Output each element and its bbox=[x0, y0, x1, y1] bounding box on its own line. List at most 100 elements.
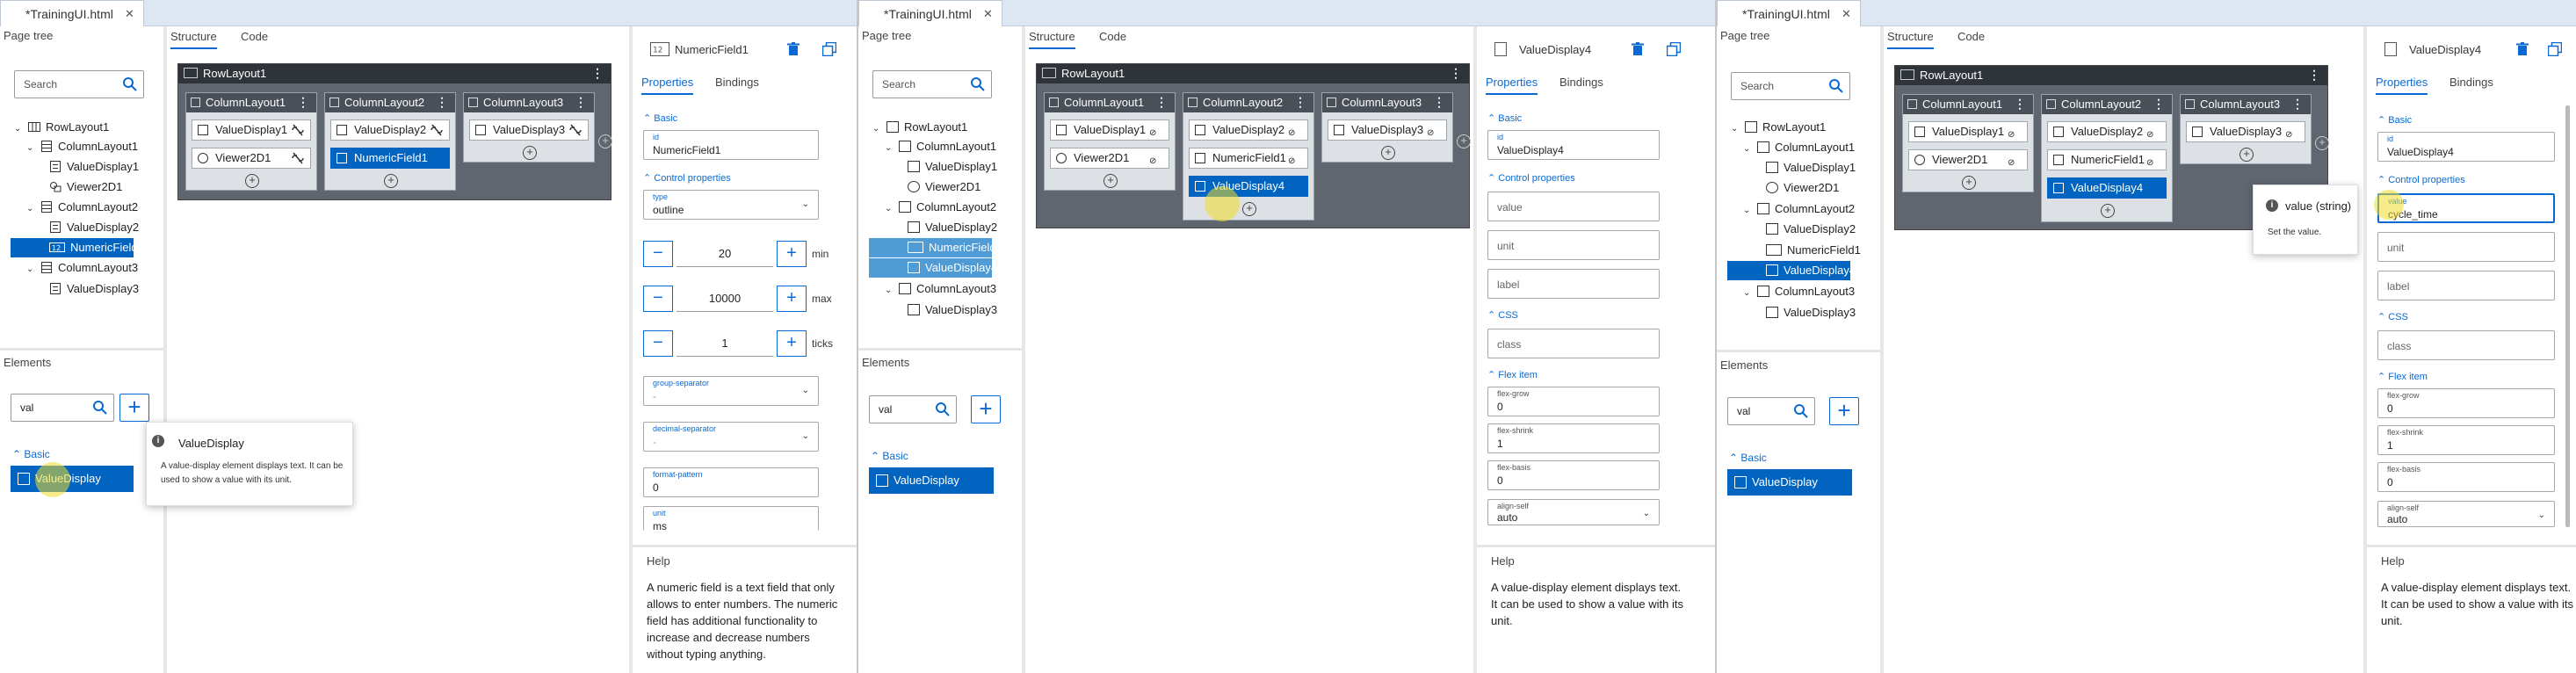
tree-node-columnlayout2[interactable]: ⌄ ColumnLayout2 bbox=[885, 198, 996, 217]
value-field[interactable]: value bbox=[1487, 192, 1660, 221]
tree-node-viewer2d1[interactable]: Viewer2D1 bbox=[1766, 178, 1839, 198]
min-stepper[interactable]: −20 + min bbox=[643, 241, 836, 267]
add-circle-icon[interactable]: + bbox=[1381, 146, 1395, 160]
add-circle-icon[interactable]: + bbox=[2315, 136, 2329, 150]
element-valuedisplay[interactable]: ValueDisplay bbox=[869, 467, 994, 494]
widget-numericfield1[interactable]: NumericField1 ⊘ bbox=[2047, 149, 2167, 170]
divider[interactable] bbox=[1717, 350, 1880, 352]
tree-node-rowlayout1[interactable]: ⌄ RowLayout1 bbox=[872, 118, 967, 137]
section-control[interactable]: ⌃ Control properties bbox=[1487, 172, 1575, 184]
tree-node-columnlayout3[interactable]: ⌄ ColumnLayout3 bbox=[1743, 282, 1855, 301]
flex-shrink-field[interactable]: flex-shrink 1 bbox=[2377, 425, 2555, 455]
tree-node-valuedisplay1[interactable]: ValueDisplay1 bbox=[908, 157, 997, 177]
file-tab[interactable]: *TrainingUI.html ✕ bbox=[0, 0, 144, 26]
tab-bindings[interactable]: Bindings bbox=[715, 76, 759, 89]
search-icon[interactable] bbox=[92, 400, 108, 416]
minus-icon[interactable]: − bbox=[643, 241, 673, 267]
tree-node-columnlayout1[interactable]: ⌄ ColumnLayout1 bbox=[885, 137, 996, 156]
canvas-col-1[interactable]: ColumnLayout1 ⋮ ValueDisplay1 Viewer2D1 + bbox=[185, 92, 317, 191]
canvas-col-2[interactable]: ColumnLayout2 ⋮ ValueDisplay2 ⊘ NumericFie… bbox=[1183, 92, 1314, 221]
section-flex[interactable]: ⌃ Flex item bbox=[1487, 369, 1538, 380]
unit-field[interactable]: unit bbox=[2377, 232, 2555, 262]
canvas-rowlayout1[interactable]: RowLayout1 ⋮ ColumnLayout1 ⋮ ValueDisplay1… bbox=[177, 63, 612, 200]
tab-code[interactable]: Code bbox=[1957, 30, 1985, 43]
flex-basis-field[interactable]: flex-basis 0 bbox=[1487, 460, 1660, 490]
widget-numericfield1[interactable]: NumericField1 bbox=[330, 148, 450, 169]
file-tab[interactable]: *TrainingUI.html ✕ bbox=[858, 0, 1002, 26]
kebab-icon[interactable]: ⋮ bbox=[2308, 68, 2320, 82]
widget-valuedisplay1[interactable]: ValueDisplay1 ⊘ bbox=[1908, 121, 2028, 142]
widget-viewer2d1[interactable]: Viewer2D1 bbox=[192, 148, 311, 169]
align-self-select[interactable]: align-self auto ⌄ bbox=[2377, 501, 2555, 527]
unlink-icon[interactable]: ⊘ bbox=[2008, 126, 2022, 140]
close-icon[interactable]: ✕ bbox=[1842, 1, 1851, 27]
canvas-col-3[interactable]: ColumnLayout3 ⋮ ValueDisplay3 + bbox=[463, 92, 595, 163]
plus-icon[interactable]: + bbox=[777, 241, 807, 267]
tab-bindings[interactable]: Bindings bbox=[1559, 76, 1603, 89]
kebab-icon[interactable]: ⋮ bbox=[1450, 66, 1462, 80]
unlink-icon[interactable] bbox=[291, 152, 305, 164]
ticks-stepper[interactable]: −1 + ticks bbox=[643, 330, 836, 357]
id-field[interactable]: id ValueDisplay4 bbox=[2377, 132, 2555, 162]
widget-valuedisplay1[interactable]: ValueDisplay1 bbox=[192, 119, 311, 141]
kebab-icon[interactable]: ⋮ bbox=[1155, 95, 1168, 109]
search-icon[interactable] bbox=[122, 76, 138, 92]
section-basic[interactable]: ⌃ Basic bbox=[1487, 112, 1522, 124]
kebab-icon[interactable]: ⋮ bbox=[2014, 97, 2026, 111]
tree-node-valuedisplay4[interactable]: ValueDisplay4 bbox=[1727, 261, 1856, 280]
tree-node-numericfield1[interactable]: 12 NumericField1 bbox=[11, 238, 144, 257]
value-field[interactable]: valuecycle_time bbox=[2377, 193, 2555, 223]
tree-node-valuedisplay1[interactable]: ValueDisplay1 bbox=[1766, 158, 1856, 177]
page-tree-search[interactable]: Search bbox=[1731, 72, 1850, 100]
stepper-value[interactable]: 1 bbox=[677, 330, 773, 357]
kebab-icon[interactable]: ⋮ bbox=[1294, 95, 1306, 109]
label-field[interactable]: label bbox=[2377, 271, 2555, 300]
tree-node-valuedisplay2[interactable]: ValueDisplay2 bbox=[1766, 220, 1856, 239]
tab-structure[interactable]: Structure bbox=[1029, 30, 1075, 49]
add-circle-icon[interactable]: + bbox=[598, 134, 612, 148]
class-field[interactable]: class bbox=[1487, 329, 1660, 358]
close-icon[interactable]: ✕ bbox=[983, 1, 993, 27]
kebab-icon[interactable]: ⋮ bbox=[1433, 95, 1445, 109]
canvas-col-2[interactable]: ColumnLayout2 ⋮ ValueDisplay2 NumericFiel… bbox=[324, 92, 456, 191]
format-pattern-field[interactable]: format-pattern 0 bbox=[643, 467, 819, 497]
tree-node-valuedisplay2[interactable]: ValueDisplay2 bbox=[908, 218, 997, 237]
section-css[interactable]: ⌃ CSS bbox=[2377, 311, 2408, 322]
add-circle-icon[interactable]: + bbox=[1457, 134, 1471, 148]
unlink-icon[interactable] bbox=[291, 124, 305, 136]
widget-viewer2d1[interactable]: Viewer2D1 ⊘ bbox=[1050, 148, 1169, 169]
elements-search[interactable]: val bbox=[869, 395, 957, 423]
canvas-col-1[interactable]: ColumnLayout1 ⋮ ValueDisplay1 ⊘ Viewer2D1 ⊘… bbox=[1044, 92, 1176, 191]
elements-search[interactable]: val bbox=[11, 394, 114, 422]
flex-shrink-field[interactable]: flex-shrink 1 bbox=[1487, 423, 1660, 453]
unit-field[interactable]: unit ms bbox=[643, 506, 819, 532]
flex-basis-field[interactable]: flex-basis 0 bbox=[2377, 462, 2555, 492]
trash-icon[interactable] bbox=[787, 42, 800, 56]
search-icon[interactable] bbox=[1828, 78, 1844, 94]
tree-node-columnlayout2[interactable]: ⌄ ColumnLayout2 bbox=[26, 198, 138, 217]
tree-node-columnlayout3[interactable]: ⌄ ColumnLayout3 bbox=[26, 258, 138, 278]
tab-properties[interactable]: Properties bbox=[2376, 76, 2428, 95]
widget-valuedisplay3[interactable]: ValueDisplay3 ⊘ bbox=[1328, 119, 1447, 141]
element-valuedisplay[interactable]: ValueDisplay bbox=[11, 466, 134, 492]
flex-grow-field[interactable]: flex-grow 0 bbox=[1487, 387, 1660, 416]
search-icon[interactable] bbox=[1793, 403, 1809, 419]
copy-icon[interactable] bbox=[822, 42, 836, 56]
section-control[interactable]: ⌃ Control properties bbox=[643, 172, 731, 184]
divider[interactable] bbox=[858, 348, 1022, 351]
widget-valuedisplay2[interactable]: ValueDisplay2 ⊘ bbox=[2047, 121, 2167, 142]
tree-node-valuedisplay3[interactable]: ValueDisplay3 bbox=[1766, 303, 1856, 322]
props-scrollbar[interactable] bbox=[2565, 105, 2570, 527]
copy-icon[interactable] bbox=[1667, 42, 1681, 56]
tree-node-valuedisplay4[interactable]: ValueDisplay4 bbox=[869, 258, 997, 278]
widget-valuedisplay4[interactable]: ValueDisplay4 bbox=[2047, 177, 2167, 199]
unlink-icon[interactable]: ⊘ bbox=[1149, 124, 1163, 138]
minus-icon[interactable]: − bbox=[643, 286, 673, 312]
unlink-icon[interactable]: ⊘ bbox=[1427, 124, 1441, 138]
trash-icon[interactable] bbox=[1632, 42, 1644, 56]
type-select[interactable]: type outline ⌄ bbox=[643, 190, 819, 220]
add-circle-icon[interactable]: + bbox=[2101, 204, 2115, 218]
add-element-button[interactable]: + bbox=[971, 395, 1001, 423]
tab-code[interactable]: Code bbox=[1099, 30, 1126, 43]
unlink-icon[interactable]: ⊘ bbox=[1149, 152, 1163, 166]
